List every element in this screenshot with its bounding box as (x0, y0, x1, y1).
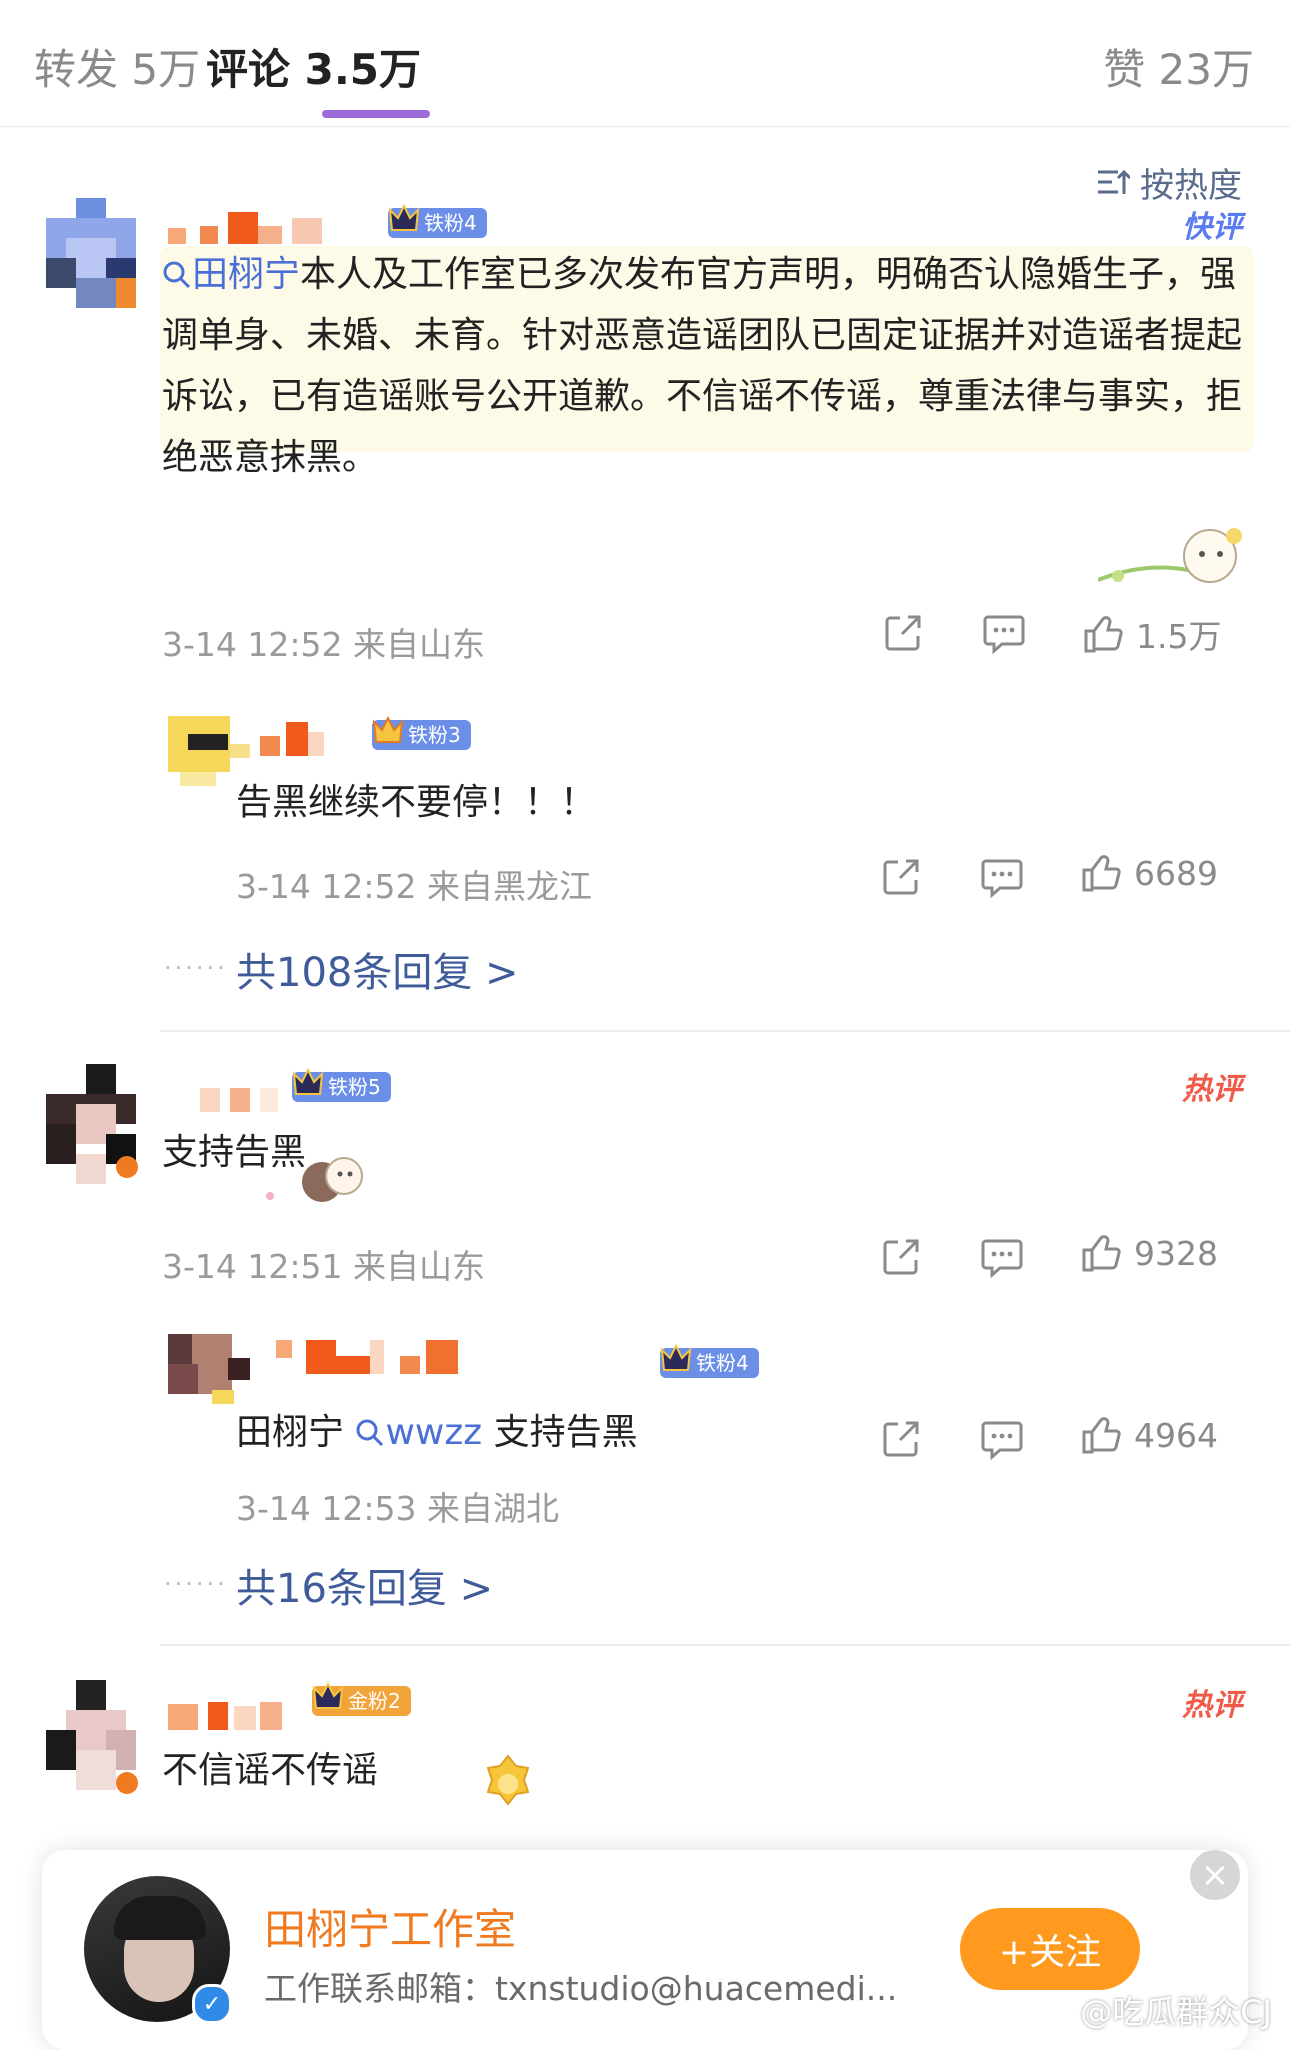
mention-text: 田栩宁 (236, 1412, 356, 1453)
reply-meta: 3-14 12:52 来自黑龙江 (236, 867, 592, 906)
divider (160, 1644, 1290, 1646)
thumbs-up-icon (1082, 855, 1121, 892)
reply-username-blurred[interactable] (260, 722, 330, 756)
follow-button[interactable]: +关注 (960, 1908, 1140, 1990)
reply-username-blurred[interactable] (276, 1340, 466, 1374)
thumbs-up-icon (1082, 1417, 1121, 1454)
share-button[interactable] (880, 1418, 922, 1460)
crown-icon (292, 1067, 324, 1095)
username-blurred[interactable] (168, 1696, 288, 1730)
tab-reposts[interactable]: 转发 5万 (34, 36, 200, 97)
like-count: 6689 (1134, 853, 1218, 893)
reply-button[interactable] (980, 1418, 1024, 1460)
avatar[interactable] (46, 1064, 166, 1184)
more-replies-link[interactable]: 共108条回复 > (236, 940, 519, 998)
profile-name[interactable]: 田栩宁工作室 (264, 1896, 516, 1957)
reply-text: 告黑继续不要停！！！ (236, 782, 597, 823)
share-icon (885, 615, 921, 651)
crown-icon (388, 203, 420, 231)
sticker-bunny-icon (266, 1157, 363, 1202)
fan-badge: 金粉2 (312, 1681, 411, 1716)
fan-badge-label: 铁粉3 (408, 723, 461, 747)
avatar[interactable] (46, 198, 166, 318)
tab-comments[interactable]: 评论 3.5万 (206, 36, 421, 97)
share-icon (883, 859, 919, 895)
search-icon (163, 261, 191, 289)
comment-icon (981, 1239, 1023, 1278)
fast-comment-tag: 快评 (1182, 210, 1242, 245)
search-link-text: wwzz (385, 1412, 483, 1453)
share-button[interactable] (880, 1236, 922, 1278)
reply-button[interactable] (980, 1236, 1024, 1278)
sort-label: 按热度 (1140, 166, 1242, 206)
username-blurred[interactable] (200, 1078, 280, 1112)
username-blurred[interactable] (168, 212, 338, 246)
like-button[interactable]: 4964 (1080, 1414, 1218, 1456)
like-count: 9328 (1134, 1233, 1218, 1273)
hot-comment-tag: 热评 (1182, 1688, 1242, 1723)
reply-button[interactable] (980, 856, 1024, 898)
share-button[interactable] (880, 856, 922, 898)
divider (160, 1030, 1290, 1032)
comment-text: 田栩宁本人及工作室已多次发布官方声明，明确否认隐婚生子，强调单身、未婚、未育。针… (162, 244, 1250, 488)
close-icon: × (1200, 1855, 1230, 1895)
like-button[interactable]: 6689 (1080, 852, 1218, 894)
fan-badge: 铁粉3 (372, 715, 471, 750)
share-icon (883, 1239, 919, 1275)
crown-icon (660, 1343, 692, 1371)
comment-icon (981, 1421, 1023, 1460)
search-icon (356, 1419, 384, 1447)
sort-button[interactable]: 按热度 (1096, 158, 1242, 207)
crown-icon (312, 1681, 344, 1709)
comment-meta: 3-14 12:51 来自山东 (162, 1247, 485, 1286)
fan-badge: 铁粉5 (292, 1067, 391, 1102)
like-button[interactable]: 9328 (1080, 1232, 1218, 1274)
comment-meta: 3-14 12:52 来自山东 (162, 625, 485, 664)
more-replies-link[interactable]: 共16条回复 > (236, 1556, 493, 1614)
fan-badge-label: 金粉2 (348, 1689, 401, 1713)
like-button[interactable]: 1.5万 (1082, 610, 1221, 658)
like-count: 4964 (1134, 1415, 1218, 1455)
dots-separator: ······ (164, 954, 228, 982)
share-button[interactable] (882, 612, 924, 654)
sticker-bunny-icon (1098, 528, 1242, 583)
reply-meta: 3-14 12:53 来自湖北 (236, 1489, 559, 1528)
search-link[interactable]: 田栩宁 (162, 254, 300, 295)
reply-body: 支持告黑 (482, 1412, 638, 1453)
fan-badge-label: 铁粉5 (328, 1075, 381, 1099)
hot-comment-tag: 热评 (1182, 1072, 1242, 1107)
search-link-text: 田栩宁 (192, 254, 301, 295)
sort-icon (1098, 169, 1130, 194)
profile-desc: 工作联系邮箱：txnstudio@huacemedi... (264, 1969, 898, 2008)
tab-likes[interactable]: 赞 23万 (1103, 36, 1254, 97)
dots-separator: ······ (164, 1570, 228, 1598)
gold-medal-icon (486, 1754, 530, 1806)
search-link[interactable]: wwzz (355, 1412, 482, 1453)
reply-text: 田栩宁 wwzz 支持告黑 (236, 1402, 638, 1463)
crown-icon (372, 715, 404, 743)
comment-text: 不信谣不传谣 (162, 1750, 379, 1791)
thumbs-up-icon (1082, 1235, 1121, 1272)
fan-badge-label: 铁粉4 (696, 1351, 749, 1375)
active-tab-indicator (322, 110, 430, 118)
comment-icon (981, 859, 1023, 898)
fan-badge-reply2: 铁粉4 (660, 1343, 759, 1378)
comment-icon (983, 615, 1025, 654)
reply-button[interactable] (982, 612, 1026, 654)
avatar[interactable] (46, 1680, 166, 1800)
verified-badge-icon: ✓ (192, 1984, 232, 2024)
share-icon (883, 1421, 919, 1457)
like-count: 1.5万 (1136, 617, 1222, 656)
reply-avatar[interactable] (168, 1334, 250, 1404)
comment-body: 本人及工作室已多次发布官方声明，明确否认隐婚生子，强调单身、未婚、未育。针对恶意… (162, 254, 1243, 478)
fan-badge-label: 铁粉4 (424, 211, 477, 235)
watermark: @吃瓜群众CJ (1080, 1993, 1272, 2031)
fan-badge: 铁粉4 (388, 203, 487, 238)
close-card-button[interactable]: × (1190, 1850, 1240, 1900)
thumbs-up-icon (1084, 616, 1123, 653)
